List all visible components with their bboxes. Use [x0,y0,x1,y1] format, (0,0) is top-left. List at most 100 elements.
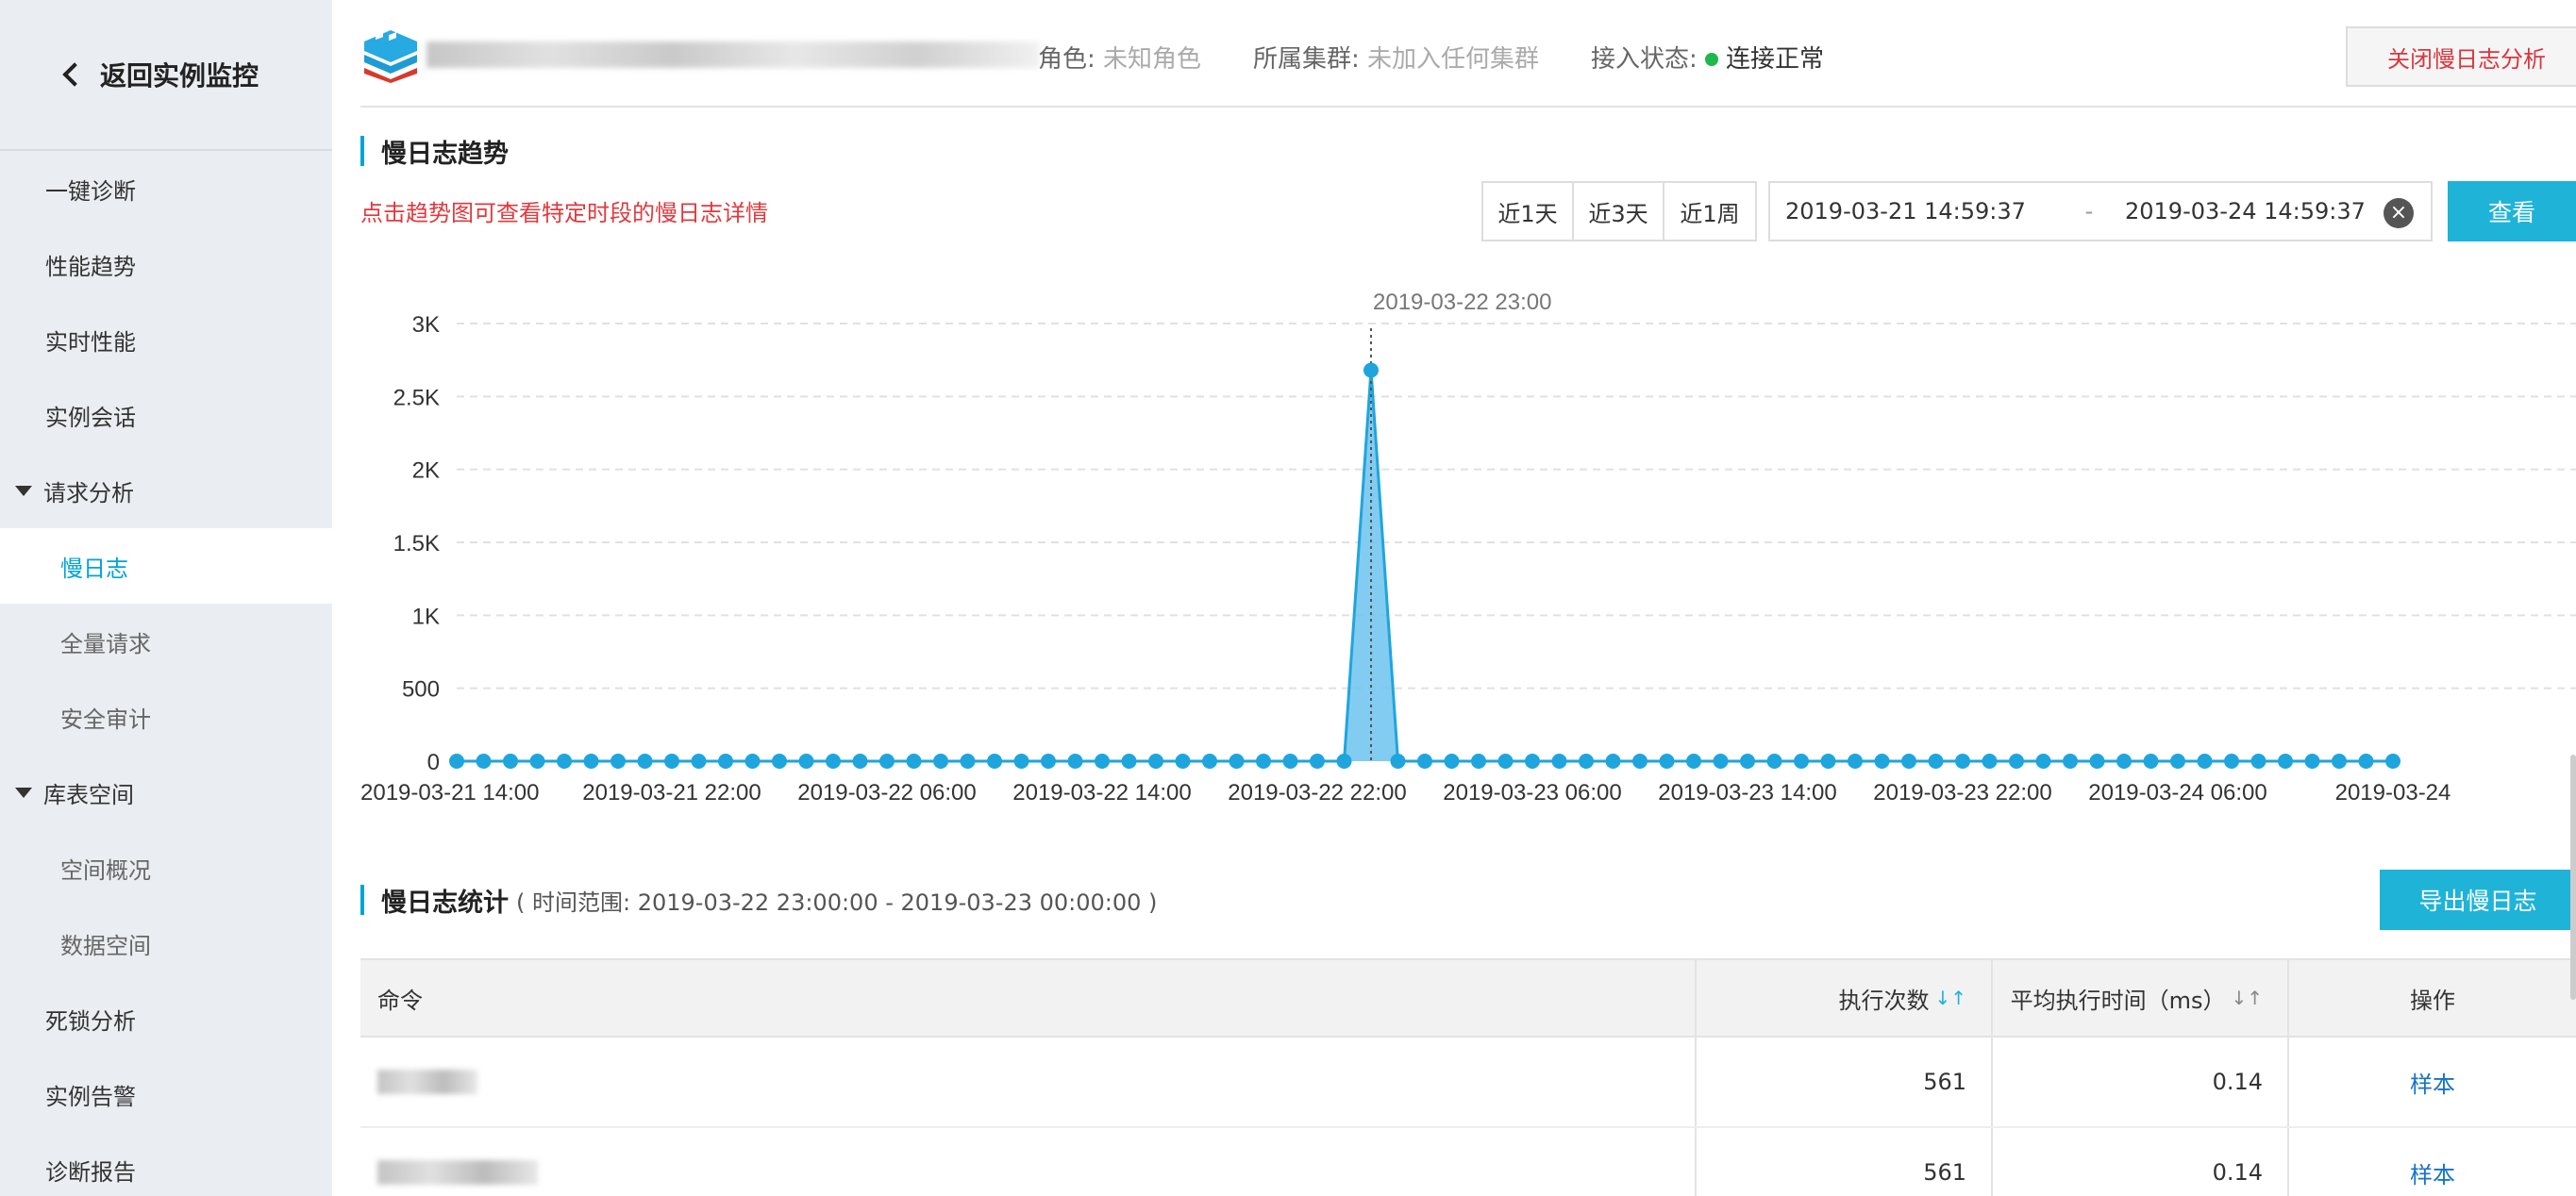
table-row: 561 0.14 样本 [360,1038,2576,1128]
command-cell [360,1128,1697,1196]
column-label: 执行次数 [1838,987,1930,1014]
sidebar-group-table-space[interactable]: 库表空间 [0,755,332,830]
data-point [1067,754,1083,769]
query-button[interactable]: 查看 [2448,181,2576,241]
sidebar-item-label: 诊断报告 [45,1158,136,1186]
table-header: 命令 执行次数 ↓↑ 平均执行时间（ms） ↓↑ 操作 [360,958,2576,1038]
sidebar-item-label: 实例告警 [45,1083,136,1110]
data-point [1632,754,1648,769]
data-point [2304,754,2320,769]
sidebar-item-data-space[interactable]: 数据空间 [0,905,332,981]
sidebar-item-deadlock-analysis[interactable]: 死锁分析 [0,981,332,1056]
sidebar-item-label: 空间概况 [60,856,151,884]
x-tick-label: 2019-03-22 14:00 [1012,780,1192,806]
data-point [933,754,948,769]
column-header-avg-time[interactable]: 平均执行时间（ms） ↓↑ [1993,960,2289,1036]
page-scrollbar[interactable] [2570,755,2576,1000]
role-value: 未知角色 [1103,45,1202,74]
data-point [2116,754,2132,769]
stats-title: 慢日志统计 [381,888,509,918]
slow-log-trend-chart[interactable]: 0 500 1K 1.5K 2K 2.5K 3K 2019-03-22 23:00 2019-0… [332,274,2576,821]
data-point [1766,754,1782,769]
status-label: 接入状态: [1591,45,1698,74]
data-point [1551,754,1567,769]
date-end-value[interactable]: 2019-03-24 14:59:37 [2125,198,2408,224]
command-redacted [377,1160,538,1185]
sidebar-item-instance-alerts[interactable]: 实例告警 [0,1056,332,1132]
sidebar-item-label: 数据空间 [60,932,151,959]
x-tick-label: 2019-03-23 06:00 [1443,780,1622,806]
range-3-day-button[interactable]: 近3天 [1574,183,1664,240]
sample-link[interactable]: 样本 [2410,1156,2455,1189]
data-point [2332,754,2347,769]
data-point [1955,754,1970,769]
sidebar-item-sessions[interactable]: 实例会话 [0,377,332,453]
data-point [2385,754,2400,769]
data-point [1740,754,1755,769]
data-point [1444,754,1460,769]
sidebar-item-label: 安全审计 [60,706,151,733]
sidebar-item-diagnosis-report[interactable]: 诊断报告 [0,1132,332,1196]
data-point [2143,754,2159,769]
tooltip-label: 2019-03-22 23:00 [1373,290,1552,315]
data-point [529,754,545,769]
x-tick-label: 2019-03-21 22:00 [582,780,761,806]
sidebar-item-diagnose[interactable]: 一键诊断 [0,151,332,226]
trend-section-title: 慢日志趋势 [360,136,509,169]
command-redacted [377,1070,477,1094]
data-point [1256,754,1271,769]
data-point [2224,754,2239,769]
column-header-actions: 操作 [2289,960,2576,1036]
sidebar-group-request-analysis[interactable]: 请求分析 [0,453,332,528]
y-tick-label: 1K [412,604,440,629]
data-point [637,754,653,769]
data-point [1794,754,1809,769]
export-slow-log-button[interactable]: 导出慢日志 [2380,870,2576,930]
data-point [1928,754,1944,769]
sidebar-item-slow-log[interactable]: 慢日志 [0,528,332,604]
sidebar-item-full-requests[interactable]: 全量请求 [0,604,332,679]
data-point [1659,754,1675,769]
x-tick-label: 2019-03-24 [2335,780,2451,806]
date-start-value[interactable]: 2019-03-21 14:59:37 [1785,198,2068,224]
sample-link-cell: 样本 [2289,1128,2576,1196]
data-point [1848,754,1863,769]
range-1-day-button[interactable]: 近1天 [1483,183,1574,240]
data-point [1874,754,1890,769]
sort-icon[interactable]: ↓↑ [2231,987,2263,1009]
clear-icon[interactable]: × [2384,198,2414,228]
data-point [1013,754,1029,769]
sidebar-item-security-audit[interactable]: 安全审计 [0,679,332,755]
sample-link[interactable]: 样本 [2410,1066,2455,1099]
close-slow-log-analysis-button[interactable]: 关闭慢日志分析 [2346,26,2576,87]
data-point [503,754,518,769]
data-point [1579,754,1594,769]
data-point [1095,754,1110,769]
data-point [852,754,868,769]
data-point [557,754,572,769]
sidebar-item-realtime-performance[interactable]: 实时性能 [0,302,332,377]
data-point [1282,754,1298,769]
sidebar-item-label: 库表空间 [43,781,134,808]
date-separator: - [2084,198,2094,224]
sidebar-item-space-overview[interactable]: 空间概况 [0,830,332,905]
data-point [1605,754,1621,769]
data-point [1982,754,1998,769]
status-dot-icon [1705,53,1719,66]
sidebar-item-performance-trend[interactable]: 性能趋势 [0,226,332,302]
sort-icon[interactable]: ↓↑ [1934,987,1966,1009]
sidebar-item-label: 慢日志 [60,555,128,582]
range-1-week-button[interactable]: 近1周 [1664,183,1755,240]
back-to-monitor-link[interactable]: 返回实例监控 [0,0,332,151]
column-header-exec-count[interactable]: 执行次数 ↓↑ [1697,960,1993,1036]
data-point [1417,754,1432,769]
date-range-picker[interactable]: 2019-03-21 14:59:37 - 2019-03-24 14:59:3… [1768,181,2433,241]
sidebar-item-label: 实例会话 [45,404,136,431]
y-tick-label: 500 [402,677,440,703]
data-point [1229,754,1245,769]
trend-hint: 点击趋势图可查看特定时段的慢日志详情 [360,200,768,226]
y-tick-label: 0 [427,750,440,775]
avg-time-cell: 0.14 [1993,1038,2289,1126]
data-point [2358,754,2374,769]
data-point [476,754,492,769]
